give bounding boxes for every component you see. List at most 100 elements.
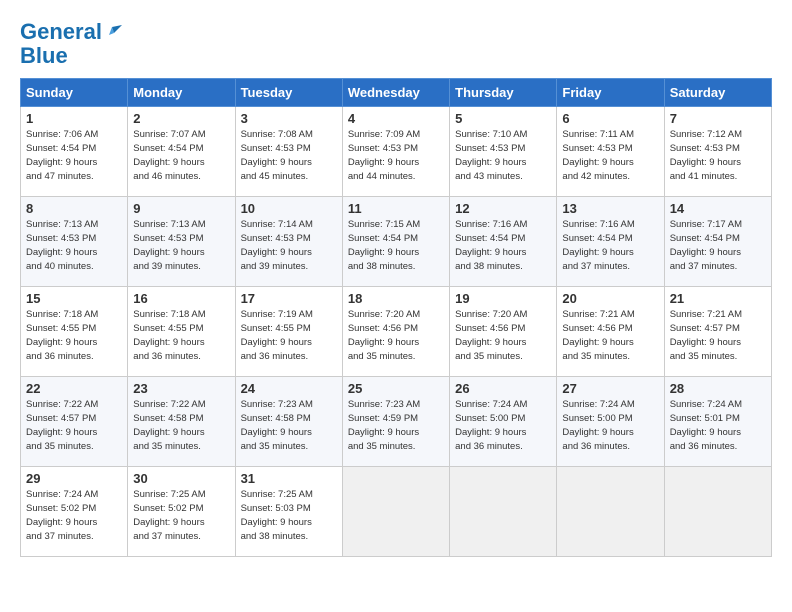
- day-info: Sunrise: 7:24 AMSunset: 5:01 PMDaylight:…: [670, 399, 742, 451]
- day-number: 25: [348, 381, 444, 396]
- calendar-cell: [450, 467, 557, 557]
- day-info: Sunrise: 7:13 AMSunset: 4:53 PMDaylight:…: [133, 219, 205, 271]
- calendar-cell: 27 Sunrise: 7:24 AMSunset: 5:00 PMDaylig…: [557, 377, 664, 467]
- day-number: 24: [241, 381, 337, 396]
- calendar-cell: [342, 467, 449, 557]
- day-number: 31: [241, 471, 337, 486]
- calendar-cell: 19 Sunrise: 7:20 AMSunset: 4:56 PMDaylig…: [450, 287, 557, 377]
- calendar-cell: 12 Sunrise: 7:16 AMSunset: 4:54 PMDaylig…: [450, 197, 557, 287]
- day-info: Sunrise: 7:24 AMSunset: 5:00 PMDaylight:…: [455, 399, 527, 451]
- calendar-week-row: 15 Sunrise: 7:18 AMSunset: 4:55 PMDaylig…: [21, 287, 772, 377]
- day-info: Sunrise: 7:22 AMSunset: 4:58 PMDaylight:…: [133, 399, 205, 451]
- day-info: Sunrise: 7:15 AMSunset: 4:54 PMDaylight:…: [348, 219, 420, 271]
- day-number: 22: [26, 381, 122, 396]
- calendar-week-row: 22 Sunrise: 7:22 AMSunset: 4:57 PMDaylig…: [21, 377, 772, 467]
- calendar-cell: 30 Sunrise: 7:25 AMSunset: 5:02 PMDaylig…: [128, 467, 235, 557]
- calendar-week-row: 29 Sunrise: 7:24 AMSunset: 5:02 PMDaylig…: [21, 467, 772, 557]
- calendar-cell: 15 Sunrise: 7:18 AMSunset: 4:55 PMDaylig…: [21, 287, 128, 377]
- day-info: Sunrise: 7:16 AMSunset: 4:54 PMDaylight:…: [455, 219, 527, 271]
- day-info: Sunrise: 7:23 AMSunset: 4:58 PMDaylight:…: [241, 399, 313, 451]
- calendar-cell: 28 Sunrise: 7:24 AMSunset: 5:01 PMDaylig…: [664, 377, 771, 467]
- calendar-cell: 16 Sunrise: 7:18 AMSunset: 4:55 PMDaylig…: [128, 287, 235, 377]
- day-number: 9: [133, 201, 229, 216]
- day-number: 14: [670, 201, 766, 216]
- day-number: 1: [26, 111, 122, 126]
- calendar-cell: 25 Sunrise: 7:23 AMSunset: 4:59 PMDaylig…: [342, 377, 449, 467]
- calendar-header-row: SundayMondayTuesdayWednesdayThursdayFrid…: [21, 79, 772, 107]
- weekday-header: Sunday: [21, 79, 128, 107]
- day-number: 19: [455, 291, 551, 306]
- day-number: 8: [26, 201, 122, 216]
- weekday-header: Wednesday: [342, 79, 449, 107]
- day-info: Sunrise: 7:24 AMSunset: 5:00 PMDaylight:…: [562, 399, 634, 451]
- day-info: Sunrise: 7:25 AMSunset: 5:02 PMDaylight:…: [133, 489, 205, 541]
- day-info: Sunrise: 7:19 AMSunset: 4:55 PMDaylight:…: [241, 309, 313, 361]
- day-number: 30: [133, 471, 229, 486]
- calendar-cell: 31 Sunrise: 7:25 AMSunset: 5:03 PMDaylig…: [235, 467, 342, 557]
- day-number: 28: [670, 381, 766, 396]
- weekday-header: Saturday: [664, 79, 771, 107]
- logo: General Blue: [20, 20, 122, 68]
- day-info: Sunrise: 7:11 AMSunset: 4:53 PMDaylight:…: [562, 129, 634, 181]
- day-info: Sunrise: 7:14 AMSunset: 4:53 PMDaylight:…: [241, 219, 313, 271]
- day-info: Sunrise: 7:21 AMSunset: 4:57 PMDaylight:…: [670, 309, 742, 361]
- calendar-cell: 29 Sunrise: 7:24 AMSunset: 5:02 PMDaylig…: [21, 467, 128, 557]
- day-info: Sunrise: 7:06 AMSunset: 4:54 PMDaylight:…: [26, 129, 98, 181]
- calendar-cell: 13 Sunrise: 7:16 AMSunset: 4:54 PMDaylig…: [557, 197, 664, 287]
- calendar-week-row: 8 Sunrise: 7:13 AMSunset: 4:53 PMDayligh…: [21, 197, 772, 287]
- calendar-cell: 22 Sunrise: 7:22 AMSunset: 4:57 PMDaylig…: [21, 377, 128, 467]
- day-number: 26: [455, 381, 551, 396]
- weekday-header: Thursday: [450, 79, 557, 107]
- calendar-cell: [557, 467, 664, 557]
- day-number: 13: [562, 201, 658, 216]
- calendar-cell: 17 Sunrise: 7:19 AMSunset: 4:55 PMDaylig…: [235, 287, 342, 377]
- calendar-cell: 14 Sunrise: 7:17 AMSunset: 4:54 PMDaylig…: [664, 197, 771, 287]
- day-info: Sunrise: 7:17 AMSunset: 4:54 PMDaylight:…: [670, 219, 742, 271]
- day-number: 4: [348, 111, 444, 126]
- day-number: 2: [133, 111, 229, 126]
- calendar-cell: 23 Sunrise: 7:22 AMSunset: 4:58 PMDaylig…: [128, 377, 235, 467]
- day-number: 5: [455, 111, 551, 126]
- day-number: 20: [562, 291, 658, 306]
- day-number: 10: [241, 201, 337, 216]
- day-number: 18: [348, 291, 444, 306]
- day-number: 11: [348, 201, 444, 216]
- day-number: 27: [562, 381, 658, 396]
- logo-text: General: [20, 20, 102, 44]
- logo-bird-icon: [104, 23, 122, 41]
- calendar-cell: 5 Sunrise: 7:10 AMSunset: 4:53 PMDayligh…: [450, 107, 557, 197]
- day-info: Sunrise: 7:24 AMSunset: 5:02 PMDaylight:…: [26, 489, 98, 541]
- day-info: Sunrise: 7:25 AMSunset: 5:03 PMDaylight:…: [241, 489, 313, 541]
- calendar-cell: 6 Sunrise: 7:11 AMSunset: 4:53 PMDayligh…: [557, 107, 664, 197]
- day-info: Sunrise: 7:12 AMSunset: 4:53 PMDaylight:…: [670, 129, 742, 181]
- weekday-header: Friday: [557, 79, 664, 107]
- logo-text2: Blue: [20, 44, 68, 68]
- calendar-cell: 11 Sunrise: 7:15 AMSunset: 4:54 PMDaylig…: [342, 197, 449, 287]
- day-number: 12: [455, 201, 551, 216]
- calendar-table: SundayMondayTuesdayWednesdayThursdayFrid…: [20, 78, 772, 557]
- day-info: Sunrise: 7:23 AMSunset: 4:59 PMDaylight:…: [348, 399, 420, 451]
- calendar-cell: 10 Sunrise: 7:14 AMSunset: 4:53 PMDaylig…: [235, 197, 342, 287]
- day-info: Sunrise: 7:20 AMSunset: 4:56 PMDaylight:…: [455, 309, 527, 361]
- day-info: Sunrise: 7:20 AMSunset: 4:56 PMDaylight:…: [348, 309, 420, 361]
- calendar-cell: 4 Sunrise: 7:09 AMSunset: 4:53 PMDayligh…: [342, 107, 449, 197]
- day-number: 6: [562, 111, 658, 126]
- day-info: Sunrise: 7:22 AMSunset: 4:57 PMDaylight:…: [26, 399, 98, 451]
- day-info: Sunrise: 7:16 AMSunset: 4:54 PMDaylight:…: [562, 219, 634, 271]
- day-info: Sunrise: 7:08 AMSunset: 4:53 PMDaylight:…: [241, 129, 313, 181]
- day-info: Sunrise: 7:09 AMSunset: 4:53 PMDaylight:…: [348, 129, 420, 181]
- calendar-cell: 8 Sunrise: 7:13 AMSunset: 4:53 PMDayligh…: [21, 197, 128, 287]
- calendar-cell: 24 Sunrise: 7:23 AMSunset: 4:58 PMDaylig…: [235, 377, 342, 467]
- day-info: Sunrise: 7:10 AMSunset: 4:53 PMDaylight:…: [455, 129, 527, 181]
- day-number: 3: [241, 111, 337, 126]
- calendar-cell: 26 Sunrise: 7:24 AMSunset: 5:00 PMDaylig…: [450, 377, 557, 467]
- calendar-cell: 9 Sunrise: 7:13 AMSunset: 4:53 PMDayligh…: [128, 197, 235, 287]
- calendar-cell: 21 Sunrise: 7:21 AMSunset: 4:57 PMDaylig…: [664, 287, 771, 377]
- day-number: 15: [26, 291, 122, 306]
- header: General Blue: [20, 20, 772, 68]
- calendar-week-row: 1 Sunrise: 7:06 AMSunset: 4:54 PMDayligh…: [21, 107, 772, 197]
- day-info: Sunrise: 7:18 AMSunset: 4:55 PMDaylight:…: [26, 309, 98, 361]
- calendar-body: 1 Sunrise: 7:06 AMSunset: 4:54 PMDayligh…: [21, 107, 772, 557]
- day-info: Sunrise: 7:18 AMSunset: 4:55 PMDaylight:…: [133, 309, 205, 361]
- day-info: Sunrise: 7:13 AMSunset: 4:53 PMDaylight:…: [26, 219, 98, 271]
